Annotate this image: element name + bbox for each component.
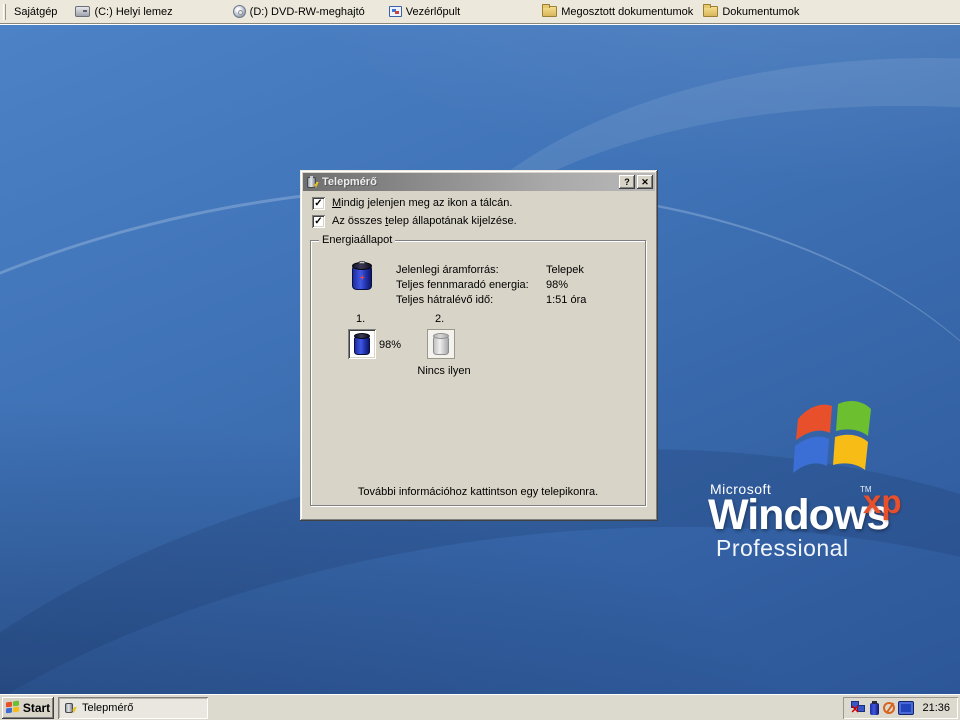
desktop-toolbar: Sajátgép (C:) Helyi lemez (D:) DVD-RW-me… bbox=[0, 0, 960, 24]
toolbar-item-label: (C:) Helyi lemez bbox=[94, 5, 173, 18]
battery-meter-icon bbox=[305, 175, 319, 189]
toolbar-item-my-computer[interactable]: Sajátgép bbox=[10, 1, 61, 23]
checkbox-row-all-batteries[interactable]: ✓ Az összes telep állapotának kijelzése. bbox=[312, 214, 517, 228]
toolbar-grip[interactable] bbox=[3, 3, 6, 20]
status-value: Telepek bbox=[546, 263, 584, 276]
dialog-titlebar[interactable]: Telepmérő ? ✕ bbox=[303, 173, 655, 191]
taskbar-clock[interactable]: 21:36 bbox=[922, 702, 950, 714]
toolbar-item-label: Sajátgép bbox=[14, 5, 58, 18]
battery-2-index: 2. bbox=[435, 313, 445, 325]
start-label: Start bbox=[22, 700, 51, 715]
battery-1-icon-button[interactable] bbox=[348, 329, 376, 359]
logo-edition-text: Professional bbox=[716, 535, 849, 561]
toolbar-item-label: Vezérlőpult bbox=[405, 5, 461, 18]
status-row: Teljes fennmaradó energia: 98% bbox=[396, 277, 586, 292]
battery-2-icon-button[interactable] bbox=[427, 329, 455, 359]
checkbox-label: Mindig jelenjen meg az ikon a tálcán. bbox=[332, 197, 513, 209]
battery-empty-icon bbox=[433, 333, 449, 355]
toolbar-item-local-disk[interactable]: (C:) Helyi lemez bbox=[71, 1, 176, 23]
status-label: Jelenlegi áramforrás: bbox=[396, 263, 499, 276]
battery-meter-icon bbox=[64, 702, 77, 714]
status-value: 1:51 óra bbox=[546, 293, 587, 306]
network-disconnected-icon[interactable]: ✕ bbox=[850, 701, 866, 716]
system-tray: ✕ 21:36 bbox=[843, 697, 958, 719]
taskbar: Start Telepmérő ✕ 21:36 bbox=[0, 694, 960, 720]
checkbox-label: Az összes telep állapotának kijelzése. bbox=[332, 215, 517, 227]
toolbar-item-label: (D:) DVD-RW-meghajtó bbox=[249, 5, 365, 18]
status-row: Jelenlegi áramforrás: Telepek bbox=[396, 262, 586, 277]
battery-2-status: Nincs ilyen bbox=[417, 365, 471, 377]
windows-xp-logo: Microsoft Windows TM xp Professional bbox=[700, 393, 950, 573]
battery-tray-icon[interactable] bbox=[870, 700, 880, 715]
logo-xp-text: xp bbox=[863, 483, 902, 520]
checkbox-row-show-icon[interactable]: ✓ Mindig jelenjen meg az ikon a tálcán. bbox=[312, 196, 512, 210]
groupbox-title: Energiaállapot bbox=[319, 234, 396, 246]
toolbar-item-label: Megosztott dokumentumok bbox=[561, 5, 694, 18]
start-button[interactable]: Start bbox=[2, 696, 54, 719]
checkbox-all-batteries[interactable]: ✓ bbox=[312, 214, 325, 228]
dialog-title: Telepmérő bbox=[322, 176, 377, 188]
folder-icon bbox=[542, 4, 558, 17]
toolbar-item-dvd-drive[interactable]: (D:) DVD-RW-meghajtó bbox=[229, 1, 369, 23]
toolbar-item-shared-documents[interactable]: Megosztott dokumentumok bbox=[538, 1, 697, 23]
windows-flag-icon bbox=[793, 401, 871, 473]
display-tray-icon[interactable] bbox=[899, 701, 914, 714]
battery-1-percent: 98% bbox=[379, 339, 402, 351]
disk-drive-icon bbox=[75, 6, 91, 17]
close-button[interactable]: ✕ bbox=[637, 175, 653, 189]
check-mark-icon: ✓ bbox=[314, 215, 323, 227]
battery-full-icon bbox=[354, 333, 370, 355]
power-status-rows: Jelenlegi áramforrás: Telepek Teljes fen… bbox=[396, 262, 586, 307]
control-panel-icon bbox=[388, 6, 402, 17]
toolbar-item-control-panel[interactable]: Vezérlőpult bbox=[385, 1, 464, 23]
windows-start-icon bbox=[5, 700, 20, 714]
status-value: 98% bbox=[546, 278, 569, 291]
toolbar-item-label: Dokumentumok bbox=[722, 5, 800, 18]
groupbox-footer-hint: További információhoz kattintson egy tel… bbox=[357, 486, 599, 498]
orange-ring-tray-icon[interactable] bbox=[883, 701, 896, 714]
task-label: Telepmérő bbox=[82, 701, 134, 714]
taskbar-task-battery-meter[interactable]: Telepmérő bbox=[58, 696, 208, 719]
help-button[interactable]: ? bbox=[619, 175, 635, 189]
checkbox-show-icon[interactable]: ✓ bbox=[312, 196, 325, 210]
status-label: Teljes hátralévő idő: bbox=[396, 293, 494, 306]
status-label: Teljes fennmaradó energia: bbox=[396, 278, 529, 291]
battery-summary-icon: + bbox=[351, 261, 373, 290]
power-status-groupbox: Energiaállapot + Jelenlegi áramforrás: T… bbox=[310, 234, 646, 506]
battery-meter-dialog: Telepmérő ? ✕ ✓ Mindig jelenjen meg az i… bbox=[300, 170, 658, 521]
folder-icon bbox=[703, 4, 719, 17]
cd-drive-icon bbox=[232, 5, 246, 18]
battery-1-index: 1. bbox=[356, 313, 366, 325]
status-row: Teljes hátralévő idő: 1:51 óra bbox=[396, 292, 586, 307]
check-mark-icon: ✓ bbox=[314, 197, 323, 209]
toolbar-item-documents[interactable]: Dokumentumok bbox=[699, 1, 803, 23]
